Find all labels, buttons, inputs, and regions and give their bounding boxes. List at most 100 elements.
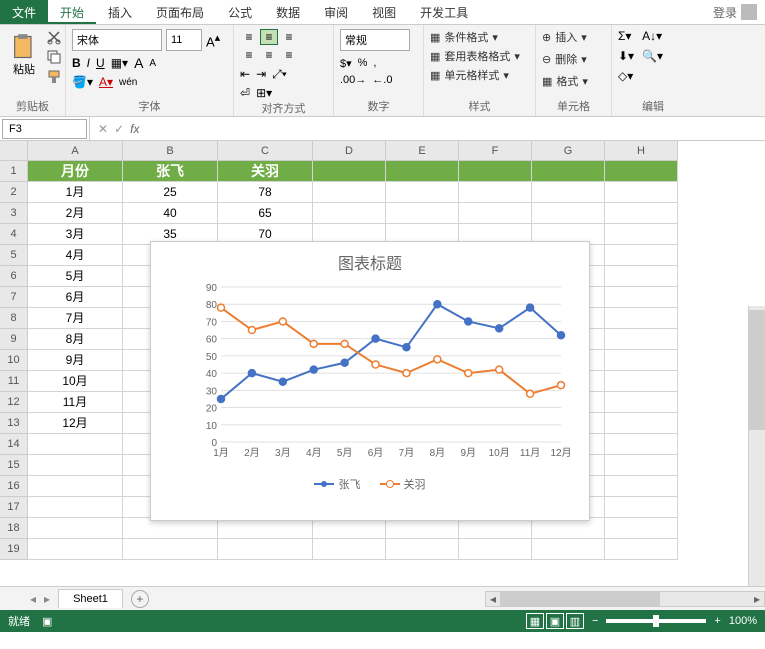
scroll-left-icon[interactable]: ◂ — [486, 592, 500, 606]
zoom-out-button[interactable]: − — [592, 615, 598, 627]
tab-file[interactable]: 文件 — [0, 0, 48, 24]
comma-icon[interactable]: , — [373, 57, 376, 70]
tab-insert[interactable]: 插入 — [96, 0, 144, 24]
align-left[interactable]: ≡ — [240, 47, 258, 63]
tab-formula[interactable]: 公式 — [216, 0, 264, 24]
fill-color-icon[interactable]: 🪣▾ — [72, 75, 93, 89]
insert-cells-button[interactable]: ⊕插入 ▾ — [542, 29, 605, 45]
shrink-a[interactable]: A — [149, 58, 156, 69]
cell[interactable] — [459, 182, 532, 203]
col-header[interactable]: G — [532, 141, 605, 161]
cell[interactable]: 张飞 — [123, 161, 218, 182]
login-button[interactable]: 登录 — [705, 0, 765, 24]
format-painter-icon[interactable] — [46, 69, 62, 85]
cell[interactable] — [386, 182, 459, 203]
cell[interactable]: 6月 — [28, 287, 123, 308]
row-header[interactable]: 15 — [0, 455, 28, 476]
align-top-left[interactable]: ≡ — [240, 29, 258, 45]
paste-button[interactable]: 粘贴 — [6, 29, 42, 85]
format-cells-button[interactable]: ▦格式 ▾ — [542, 73, 605, 89]
col-header[interactable]: D — [313, 141, 386, 161]
fx-icon[interactable]: fx — [130, 122, 139, 136]
grow-a[interactable]: A — [134, 55, 143, 71]
cell[interactable] — [28, 518, 123, 539]
cell[interactable] — [605, 497, 678, 518]
table-format-button[interactable]: ▦套用表格格式▾ — [430, 48, 529, 64]
cell[interactable] — [605, 203, 678, 224]
row-header[interactable]: 6 — [0, 266, 28, 287]
cell[interactable] — [28, 497, 123, 518]
cell[interactable] — [532, 539, 605, 560]
row-header[interactable]: 11 — [0, 371, 28, 392]
fill-icon[interactable]: ⬇▾ — [618, 49, 634, 63]
cell[interactable] — [605, 287, 678, 308]
col-header[interactable]: H — [605, 141, 678, 161]
align-right[interactable]: ≡ — [280, 47, 298, 63]
cond-format-button[interactable]: ▦条件格式▾ — [430, 29, 529, 45]
cell[interactable] — [605, 350, 678, 371]
cell[interactable] — [605, 308, 678, 329]
cell[interactable] — [459, 518, 532, 539]
cell[interactable] — [459, 539, 532, 560]
cancel-icon[interactable]: ✕ — [98, 122, 108, 136]
add-sheet-button[interactable]: + — [131, 590, 149, 608]
cell[interactable] — [28, 455, 123, 476]
row-header[interactable]: 4 — [0, 224, 28, 245]
macro-icon[interactable]: ▣ — [42, 615, 52, 628]
cell[interactable] — [313, 518, 386, 539]
cell[interactable] — [605, 392, 678, 413]
cell[interactable]: 4月 — [28, 245, 123, 266]
cell[interactable] — [386, 518, 459, 539]
cell-style-button[interactable]: ▦单元格样式▾ — [430, 67, 529, 83]
cell[interactable]: 9月 — [28, 350, 123, 371]
formula-input[interactable] — [147, 119, 765, 139]
font-name-select[interactable] — [72, 29, 162, 51]
row-header[interactable]: 8 — [0, 308, 28, 329]
cell[interactable] — [532, 161, 605, 182]
cell[interactable] — [386, 539, 459, 560]
orientation-icon[interactable]: ⤢▾ — [272, 67, 287, 82]
tab-data[interactable]: 数据 — [264, 0, 312, 24]
cell[interactable] — [386, 203, 459, 224]
cut-icon[interactable] — [46, 29, 62, 45]
row-header[interactable]: 7 — [0, 287, 28, 308]
cell[interactable] — [28, 476, 123, 497]
delete-cells-button[interactable]: ⊖删除 ▾ — [542, 51, 605, 67]
cell[interactable] — [28, 434, 123, 455]
scroll-thumb[interactable] — [500, 592, 660, 606]
cell[interactable] — [605, 413, 678, 434]
row-header[interactable]: 9 — [0, 329, 28, 350]
increase-decimal-icon[interactable]: .00→ — [340, 74, 366, 86]
cell[interactable] — [459, 203, 532, 224]
row-header[interactable]: 10 — [0, 350, 28, 371]
cell[interactable] — [123, 539, 218, 560]
row-header[interactable]: 19 — [0, 539, 28, 560]
align-center[interactable]: ≡ — [260, 47, 278, 63]
cell[interactable] — [459, 161, 532, 182]
col-header[interactable]: F — [459, 141, 532, 161]
embedded-chart[interactable]: 图表标题 01020304050607080901月2月3月4月5月6月7月8月… — [150, 241, 590, 521]
row-header[interactable]: 5 — [0, 245, 28, 266]
cell[interactable] — [605, 539, 678, 560]
align-top-right[interactable]: ≡ — [280, 29, 298, 45]
sheet-nav-next[interactable]: ▸ — [44, 592, 50, 606]
cell[interactable] — [123, 518, 218, 539]
cell[interactable] — [386, 161, 459, 182]
row-header[interactable]: 3 — [0, 203, 28, 224]
cell[interactable] — [218, 539, 313, 560]
row-header[interactable]: 16 — [0, 476, 28, 497]
cell[interactable]: 25 — [123, 182, 218, 203]
row-header[interactable]: 13 — [0, 413, 28, 434]
cell[interactable]: 40 — [123, 203, 218, 224]
decrease-decimal-icon[interactable]: ←.0 — [372, 74, 392, 86]
autosum-icon[interactable]: Σ▾ — [618, 29, 634, 43]
tab-review[interactable]: 审阅 — [312, 0, 360, 24]
border-icon[interactable]: ▦▾ — [111, 56, 128, 70]
col-header[interactable]: A — [28, 141, 123, 161]
scroll-thumb[interactable] — [749, 310, 765, 430]
cell[interactable] — [605, 455, 678, 476]
row-header[interactable]: 2 — [0, 182, 28, 203]
col-header[interactable]: B — [123, 141, 218, 161]
currency-icon[interactable]: $▾ — [340, 57, 352, 70]
phonetic-icon[interactable]: wén — [119, 77, 137, 88]
